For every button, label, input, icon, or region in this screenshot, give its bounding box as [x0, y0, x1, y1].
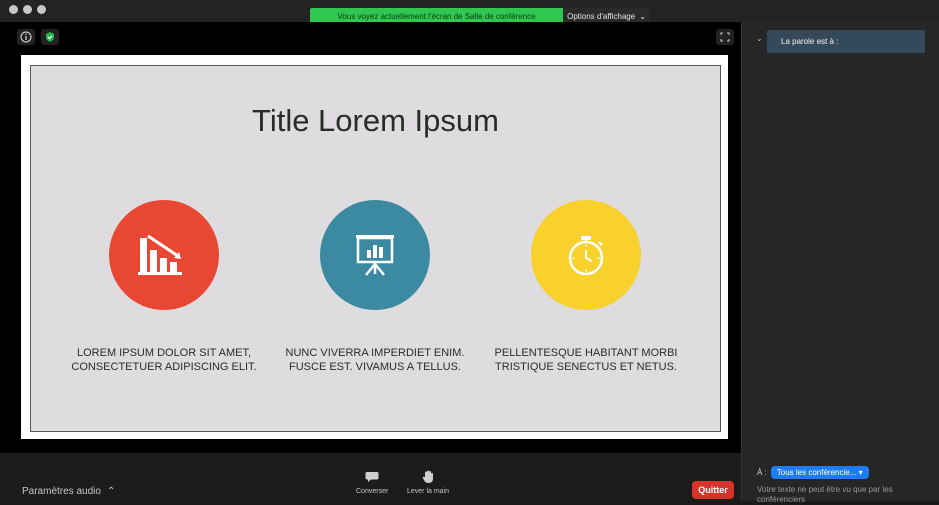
- close-window-button[interactable]: [9, 5, 18, 14]
- slide-title: Title Lorem Ipsum: [252, 103, 499, 138]
- caption-3: PELLENTESQUE HABITANT MORBI TRISTIQUE SE…: [486, 346, 686, 374]
- zoom-window-button[interactable]: [37, 5, 46, 14]
- info-icon: [20, 31, 32, 43]
- recipient-selector: À : Tous les conférencie... ▾: [757, 466, 869, 479]
- presentation-circle: [320, 200, 430, 310]
- recipient-label: À :: [757, 468, 767, 477]
- caption-3-line2: TRISTIQUE SENECTUS ET NETUS.: [495, 361, 677, 373]
- caption-1: LOREM IPSUM DOLOR SIT AMET, CONSECTETUER…: [64, 346, 264, 374]
- shield-check-icon: [46, 32, 54, 42]
- chevron-down-icon: ⌄: [639, 12, 646, 21]
- hand-icon: [419, 470, 437, 484]
- chat-bubble-icon: [363, 470, 381, 484]
- presentation-slide: Title Lorem Ipsum LOREM IPSUM DOLOR SIT …: [30, 65, 721, 432]
- presentation-board-icon: [356, 235, 394, 276]
- chat-label: Converser: [356, 488, 389, 495]
- audio-settings-label: Paramètres audio: [22, 486, 101, 497]
- caption-1-line1: LOREM IPSUM DOLOR SIT AMET,: [77, 347, 251, 359]
- chevron-up-icon: ⌃: [106, 486, 116, 497]
- info-button[interactable]: [17, 29, 35, 45]
- spotlight-label: La parole est à :: [767, 30, 925, 53]
- raise-hand-button[interactable]: Lever la main: [407, 470, 449, 495]
- chat-button[interactable]: Converser: [356, 470, 388, 495]
- view-options-label: Options d'affichage: [567, 12, 636, 21]
- chart-circle: [109, 200, 219, 310]
- caption-2-line2: FUSCE EST. VIVAMUS A TELLUS.: [289, 361, 461, 373]
- right-panel: [741, 22, 939, 501]
- stopwatch-icon: [568, 236, 604, 276]
- caption-2: NUNC VIVERRA IMPERDIET ENIM. FUSCE EST. …: [275, 346, 475, 374]
- stopwatch-circle: [531, 200, 641, 310]
- fullscreen-icon: [720, 32, 730, 42]
- caption-2-line1: NUNC VIVERRA IMPERDIET ENIM.: [285, 347, 465, 359]
- minimize-window-button[interactable]: [23, 5, 32, 14]
- bar-chart-icon: [138, 234, 182, 275]
- fullscreen-button[interactable]: [716, 29, 734, 45]
- chevron-down-icon[interactable]: ⌄: [756, 34, 763, 43]
- caption-1-line2: CONSECTETUER ADIPISCING ELIT.: [71, 361, 257, 373]
- quit-button[interactable]: Quitter: [692, 481, 734, 499]
- chat-hint: Votre texte ne peut être vu que par les …: [757, 485, 893, 504]
- security-button[interactable]: [41, 29, 59, 45]
- meeting-info-icons: [17, 29, 59, 45]
- raise-hand-label: Lever la main: [407, 488, 450, 495]
- recipient-dropdown[interactable]: Tous les conférencie... ▾: [770, 466, 869, 479]
- caption-3-line1: PELLENTESQUE HABITANT MORBI: [494, 347, 678, 359]
- audio-settings-button[interactable]: Paramètres audio ⌃: [22, 486, 115, 497]
